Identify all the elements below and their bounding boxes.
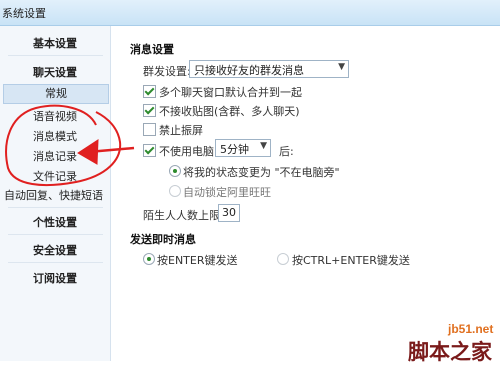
annotation-circle <box>5 104 122 187</box>
watermark-name: 脚本之家 <box>408 340 492 364</box>
annotation-arrow-head <box>77 139 99 165</box>
watermark-site: jb51.net <box>448 322 494 336</box>
annotation-overlay <box>5 104 135 187</box>
